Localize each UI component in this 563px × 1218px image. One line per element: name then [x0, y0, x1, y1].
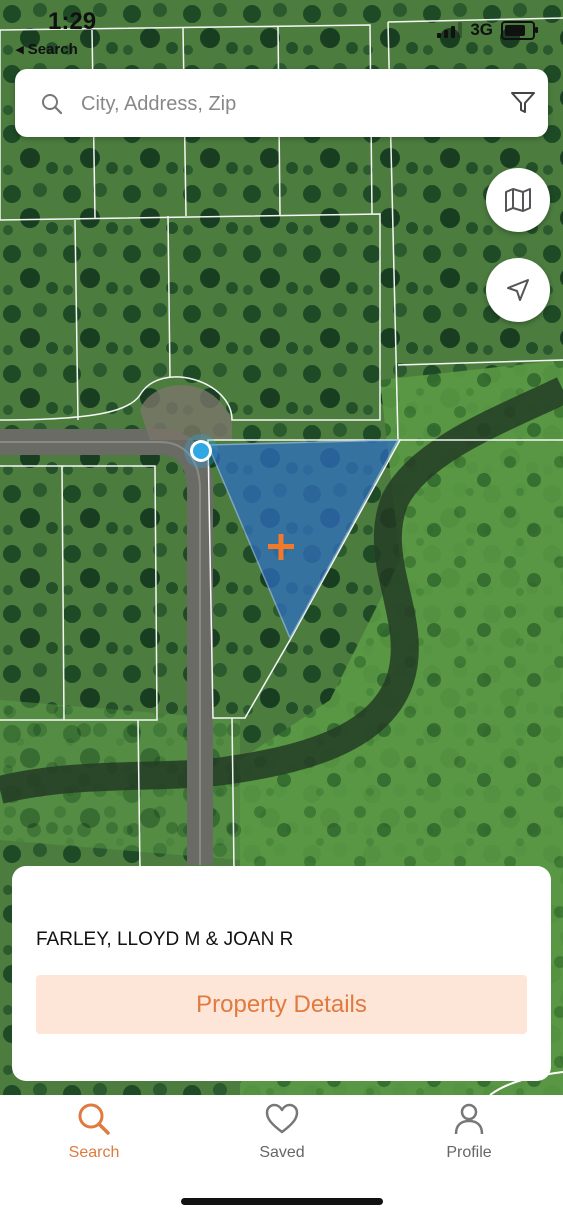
tab-search[interactable]: Search: [34, 1101, 154, 1162]
back-to-search-link[interactable]: ◂ Search: [16, 40, 78, 58]
filter-icon[interactable]: [510, 91, 536, 115]
person-icon: [454, 1103, 484, 1135]
status-bar: 1:29 ◂ Search 3G: [0, 0, 563, 60]
search-bar: [15, 69, 548, 137]
property-card: FARLEY, LLOYD M & JOAN R Property Detail…: [12, 866, 551, 1081]
map-layers-button[interactable]: [486, 168, 550, 232]
network-type: 3G: [470, 20, 493, 39]
tab-saved-label: Saved: [259, 1144, 305, 1161]
battery-icon: [501, 20, 538, 40]
tab-search-label: Search: [68, 1144, 120, 1161]
status-time: 1:29: [48, 8, 97, 35]
home-indicator[interactable]: [181, 1198, 383, 1205]
tab-profile[interactable]: Profile: [409, 1101, 529, 1162]
property-details-button[interactable]: Property Details: [36, 975, 527, 1034]
search-icon: [78, 1103, 110, 1135]
current-location-dot: [184, 434, 218, 468]
signal-icon: [437, 22, 463, 38]
owner-name: FARLEY, LLOYD M & JOAN R: [36, 929, 294, 950]
tab-profile-label: Profile: [446, 1144, 492, 1161]
status-indicators: 3G: [437, 20, 538, 40]
tab-saved[interactable]: Saved: [222, 1101, 342, 1162]
search-input[interactable]: [79, 85, 503, 123]
navigation-arrow-icon: [507, 279, 529, 301]
map-icon: [505, 188, 531, 212]
search-icon: [42, 94, 63, 115]
locate-me-button[interactable]: [486, 258, 550, 322]
heart-icon: [265, 1103, 299, 1134]
